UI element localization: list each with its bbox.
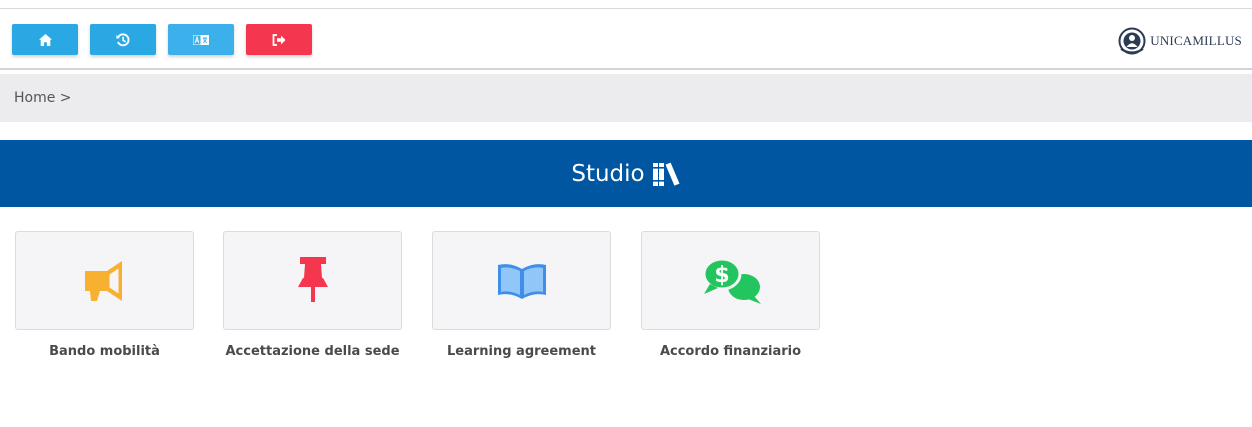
unicamillus-logo[interactable]: UNICAMILLUS [1118, 27, 1242, 55]
megaphone-icon [84, 260, 122, 301]
breadcrumb-home[interactable]: Home > [14, 90, 72, 106]
section-title: Studio [571, 160, 645, 187]
logout-button[interactable] [246, 24, 312, 55]
pushpin-icon [297, 256, 328, 302]
money-chat-icon: $ [702, 257, 761, 304]
home-button[interactable] [12, 24, 78, 55]
breadcrumb: Home > [0, 74, 1252, 122]
unicamillus-seal-icon [1118, 27, 1146, 55]
card-label-accettazione-della-sede[interactable]: Accettazione della sede [223, 344, 402, 359]
card-accettazione-della-sede[interactable] [223, 231, 402, 330]
card-label-accordo-finanziario[interactable]: Accordo finanziario [641, 344, 820, 359]
card-label-learning-agreement[interactable]: Learning agreement [432, 344, 611, 359]
card-accordo-finanziario[interactable]: $ [641, 231, 820, 330]
language-icon [193, 34, 209, 45]
top-navbar: UNICAMILLUS [0, 9, 1252, 70]
language-button[interactable] [168, 24, 234, 55]
open-book-icon [497, 263, 546, 299]
history-icon [116, 32, 130, 46]
card-bando-mobilita[interactable] [15, 231, 194, 330]
books-icon [652, 162, 680, 186]
svg-text:$: $ [714, 263, 729, 288]
section-header: Studio [0, 140, 1252, 207]
logo-text: UNICAMILLUS [1150, 33, 1242, 48]
logout-icon [272, 33, 286, 46]
card-learning-agreement[interactable] [432, 231, 611, 330]
card-label-bando-mobilita[interactable]: Bando mobilità [15, 344, 194, 359]
home-icon [38, 33, 52, 46]
history-button[interactable] [90, 24, 156, 55]
